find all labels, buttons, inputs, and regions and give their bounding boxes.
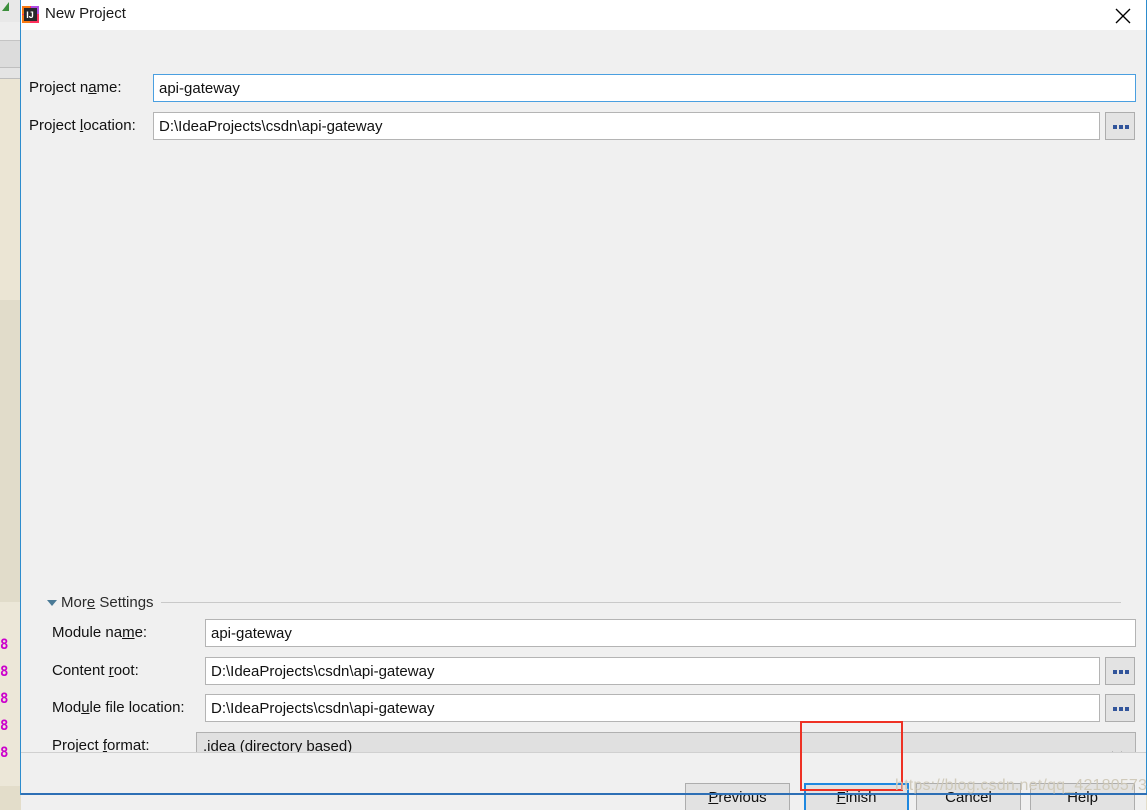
background-editor-tabs <box>0 0 21 23</box>
intellij-idea-logo-icon: IJ <box>22 6 39 23</box>
background-console-pane-lower <box>0 300 21 602</box>
screen-root: a 8 8 8 8 8 [nio-8020-exec-1] o.s.w.s.m.… <box>0 0 1147 810</box>
ellipsis-icon <box>1113 670 1129 674</box>
module-file-location-input[interactable]: D:\IdeaProjects\csdn\api-gateway <box>205 694 1100 722</box>
content-root-label: Content root: <box>52 662 139 679</box>
background-ide-strip: a 8 8 8 8 8 <box>0 0 21 810</box>
project-name-input[interactable]: api-gateway <box>153 74 1136 102</box>
ellipsis-icon <box>1113 707 1129 711</box>
gutter-line-number: 8 <box>0 664 8 680</box>
gutter-line-number: 8 <box>0 637 8 653</box>
triangle-down-icon <box>47 600 57 606</box>
project-location-browse-button[interactable] <box>1105 112 1135 140</box>
gutter-line-number: 8 <box>0 718 8 734</box>
module-file-location-browse-button[interactable] <box>1105 694 1135 722</box>
run-arrow-icon <box>2 2 9 11</box>
svg-text:IJ: IJ <box>26 10 34 20</box>
background-divider-row <box>0 68 21 79</box>
gutter-line-number: 8 <box>0 745 8 761</box>
module-name-input[interactable]: api-gateway <box>205 619 1136 647</box>
dialog-body: Project name: api-gateway Project locati… <box>21 30 1146 810</box>
module-file-location-label: Module file location: <box>52 699 185 716</box>
background-breadcrumb-row: a <box>0 41 21 102</box>
background-console-gutter: 8 8 8 8 8 <box>0 602 21 810</box>
ellipsis-icon <box>1113 125 1129 129</box>
module-name-label: Module name: <box>52 624 148 641</box>
previous-button[interactable]: Previous <box>685 783 790 810</box>
close-icon[interactable] <box>1100 0 1146 30</box>
gutter-line-number: 8 <box>0 691 8 707</box>
project-location-label: Project location: <box>29 117 136 134</box>
more-settings-label: More Settings <box>61 594 154 611</box>
more-settings-separator <box>161 602 1121 603</box>
content-root-input[interactable]: D:\IdeaProjects\csdn\api-gateway <box>205 657 1100 685</box>
finish-button[interactable]: Finish <box>804 783 909 810</box>
watermark-text: https://blog.csdn.net/qq_42180573 <box>895 777 1147 794</box>
content-root-browse-button[interactable] <box>1105 657 1135 685</box>
project-location-input[interactable]: D:\IdeaProjects\csdn\api-gateway <box>153 112 1100 140</box>
dialog-title: New Project <box>45 5 126 22</box>
dialog-titlebar: IJ New Project <box>21 0 1146 31</box>
project-name-label: Project name: <box>29 79 122 96</box>
background-toolbar-row <box>0 22 21 41</box>
new-project-dialog: IJ New Project Project name: api-gateway… <box>20 0 1147 810</box>
